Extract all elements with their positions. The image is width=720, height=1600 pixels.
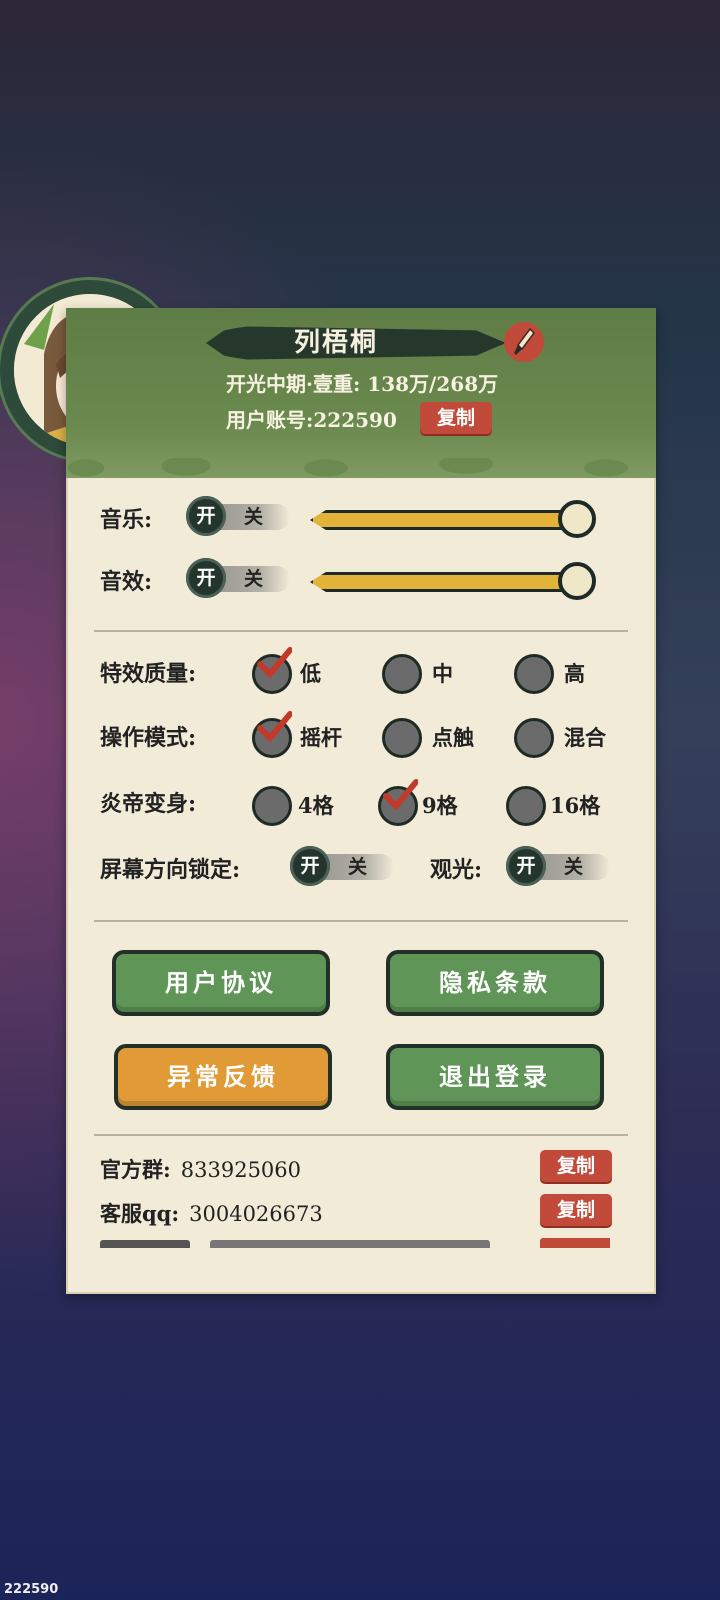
sfx-volume-slider[interactable] (310, 560, 600, 600)
radio-dot (382, 654, 422, 694)
divider (94, 630, 628, 632)
service-qq-value: 3004026673 (189, 1202, 323, 1226)
effects-high-label: 高 (564, 661, 585, 686)
radio-dot (252, 786, 292, 826)
sfx-slider-handle[interactable] (558, 562, 596, 600)
sfx-slider-track (310, 572, 576, 592)
clipped-text (210, 1240, 490, 1248)
toggle-on-knob: 开 (290, 846, 330, 886)
logout-button[interactable]: 退出登录 (386, 1044, 604, 1110)
radio-dot (506, 786, 546, 826)
divider (94, 1134, 628, 1136)
music-label: 音乐: (100, 507, 153, 533)
player-name: 列梧桐 (293, 328, 378, 358)
orientation-lock-toggle[interactable]: 开 关 (290, 846, 400, 886)
transform-16-radio[interactable] (506, 786, 546, 826)
music-toggle[interactable]: 开 关 (186, 496, 296, 536)
copy-qq-button[interactable]: 复制 (540, 1194, 612, 1226)
transform-label: 炎帝变身: (100, 791, 197, 817)
sfx-label: 音效: (100, 569, 153, 595)
effects-high-radio[interactable] (514, 654, 554, 694)
official-group-label: 官方群: (100, 1157, 171, 1182)
transform-9-radio[interactable] (378, 779, 418, 826)
control-mode-label: 操作模式: (100, 725, 197, 751)
service-qq-row: 客服qq: 3004026673 (100, 1198, 323, 1228)
control-mixed-label: 混合 (564, 725, 606, 750)
sfx-toggle[interactable]: 开 关 (186, 558, 296, 598)
transform-9-label: 9格 (422, 793, 458, 818)
music-volume-slider[interactable] (310, 498, 600, 538)
music-slider-track (310, 510, 576, 530)
checkmark-icon (257, 647, 292, 679)
radio-dot (514, 718, 554, 758)
control-mixed-radio[interactable] (514, 718, 554, 758)
effects-low-label: 低 (300, 661, 321, 686)
service-qq-label: 客服qq: (100, 1201, 180, 1226)
official-group-value: 833925060 (180, 1158, 302, 1182)
clipped-text (100, 1240, 190, 1248)
sightseeing-toggle[interactable]: 开 关 (506, 846, 616, 886)
control-joystick-radio[interactable] (252, 711, 292, 758)
copy-account-button[interactable]: 复制 (420, 402, 492, 434)
toggle-off-label: 关 (244, 506, 264, 528)
realm-progress: 开光中期·壹重: 138万/268万 (226, 372, 499, 396)
music-slider-handle[interactable] (558, 500, 596, 538)
transform-16-label: 16格 (550, 793, 601, 818)
user-agreement-button[interactable]: 用户协议 (112, 950, 330, 1016)
settings-panel: 列梧桐 开光中期·壹重: 138万/268万 用户账号:222590 复制 音乐… (66, 308, 656, 1294)
radio-dot (514, 654, 554, 694)
header-brush-edge (66, 458, 656, 498)
toggle-off-label: 关 (244, 568, 264, 590)
effects-mid-label: 中 (432, 661, 453, 686)
transform-4-label: 4格 (298, 793, 334, 818)
privacy-policy-button[interactable]: 隐私条款 (386, 950, 604, 1016)
scroll-clipped-row (100, 1238, 610, 1248)
effects-low-radio[interactable] (252, 647, 292, 694)
checkmark-icon (257, 711, 292, 743)
account-id: 用户账号:222590 (226, 408, 397, 432)
toggle-off-label: 关 (564, 856, 584, 878)
control-joystick-label: 摇杆 (300, 725, 342, 750)
report-issue-button[interactable]: 异常反馈 (114, 1044, 332, 1110)
radio-dot (382, 718, 422, 758)
toggle-on-knob: 开 (186, 496, 226, 536)
divider (94, 920, 628, 922)
clipped-copy-button[interactable] (540, 1238, 610, 1248)
sightseeing-label: 观光: (430, 857, 483, 883)
effects-mid-radio[interactable] (382, 654, 422, 694)
orientation-lock-label: 屏幕方向锁定: (100, 857, 241, 883)
effects-quality-label: 特效质量: (100, 661, 197, 687)
rename-button[interactable] (504, 322, 544, 362)
transform-4-radio[interactable] (252, 786, 292, 826)
checkmark-icon (383, 779, 418, 811)
control-tap-label: 点触 (432, 725, 474, 750)
footer-user-id: 222590 (4, 1582, 59, 1597)
brush-icon (514, 327, 535, 355)
toggle-on-knob: 开 (186, 558, 226, 598)
control-tap-radio[interactable] (382, 718, 422, 758)
toggle-on-knob: 开 (506, 846, 546, 886)
official-group-row: 官方群: 833925060 (100, 1154, 301, 1184)
copy-group-button[interactable]: 复制 (540, 1150, 612, 1182)
toggle-off-label: 关 (348, 856, 368, 878)
